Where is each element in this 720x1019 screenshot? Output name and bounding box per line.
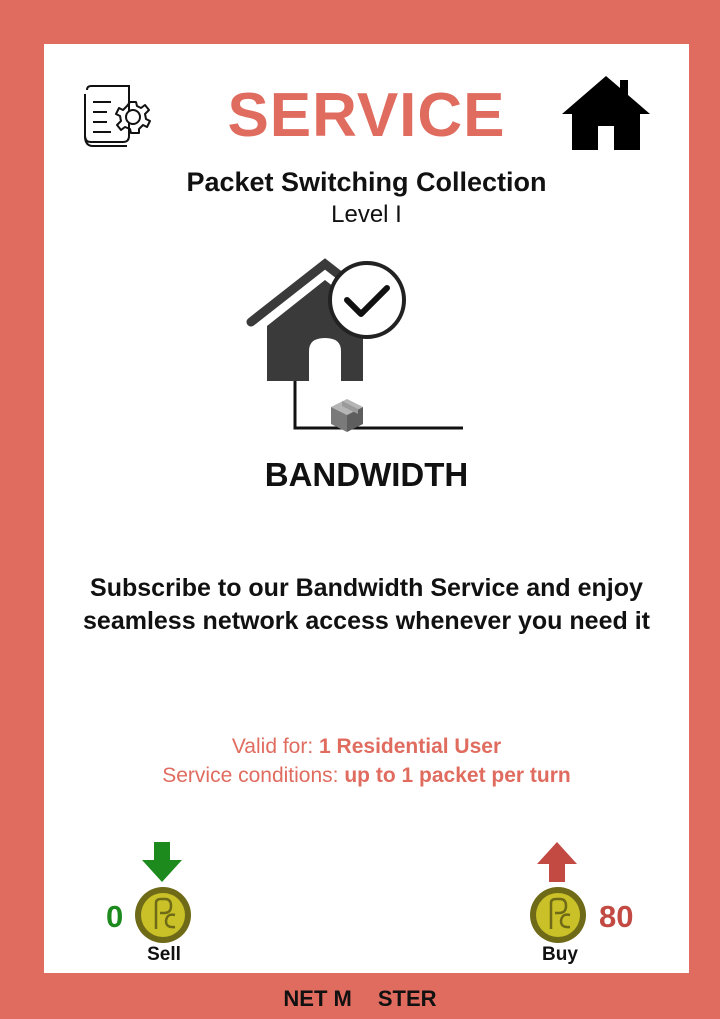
- card-name: BANDWIDTH: [264, 456, 469, 493]
- antenna-logo-icon: [354, 982, 376, 1010]
- game-card: SERVICE Packet Switching Collection Leve…: [44, 44, 689, 973]
- conditions-line: Service conditions: up to 1 packet per t…: [44, 761, 689, 790]
- sell-label: Sell: [147, 944, 181, 965]
- house-check-icon: [246, 258, 463, 432]
- card-description: Subscribe to our Bandwidth Service and e…: [83, 574, 650, 635]
- down-arrow-icon: [142, 842, 182, 882]
- brand-footer: NET M STER: [0, 982, 720, 1012]
- sell-price: 0: [106, 899, 124, 934]
- valid-for-label: Valid for:: [231, 735, 314, 758]
- brand-text-left: NET M: [283, 986, 352, 1011]
- conditions-value: up to 1 packet per turn: [344, 764, 571, 787]
- coin-icon[interactable]: [133, 885, 193, 945]
- buy-price: 80: [599, 899, 634, 934]
- collection-name: Packet Switching Collection: [186, 167, 547, 197]
- valid-for-line: Valid for: 1 Residential User: [44, 732, 689, 761]
- valid-for-value: 1 Residential User: [319, 735, 502, 758]
- service-conditions: Valid for: 1 Residential User Service co…: [44, 732, 689, 790]
- card-level: Level I: [331, 201, 402, 228]
- home-icon[interactable]: [560, 74, 652, 150]
- coin-icon[interactable]: [528, 885, 588, 945]
- brand-text-right: STER: [377, 986, 437, 1011]
- buy-label: Buy: [542, 944, 578, 965]
- conditions-label: Service conditions:: [162, 764, 339, 787]
- up-arrow-icon: [537, 842, 577, 882]
